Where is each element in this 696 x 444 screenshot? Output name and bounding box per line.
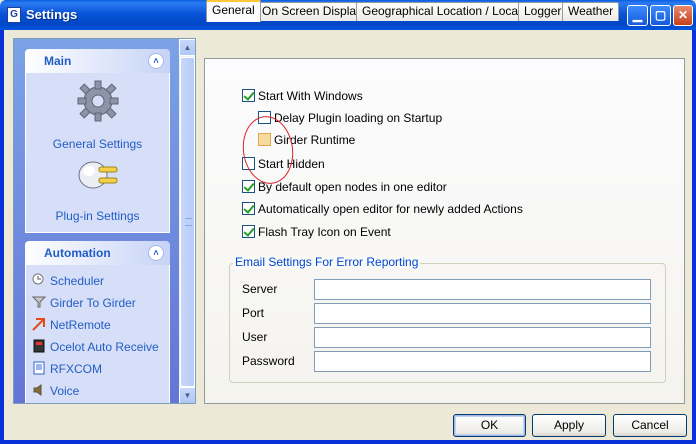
flash-tray-icon-checkbox[interactable] xyxy=(242,225,255,238)
sidebar-item-label: Ocelot Auto Receive xyxy=(50,340,159,354)
sidebar-item-label: Voice xyxy=(50,384,80,398)
sidebar-item-plugin-settings[interactable]: Plug-in Settings xyxy=(26,157,169,229)
collapse-icon[interactable]: ˄ xyxy=(148,53,164,69)
girder-runtime-checkbox[interactable] xyxy=(258,133,271,146)
collapse-icon[interactable]: ˄ xyxy=(148,245,164,261)
server-label: Server xyxy=(242,282,278,296)
window-title: Settings xyxy=(26,7,78,22)
minimize-icon: ▁ xyxy=(632,8,643,22)
option-label: Girder Runtime xyxy=(274,133,356,147)
sidebar-item-voice[interactable]: Voice xyxy=(26,380,169,402)
sidebar-item-ocelot[interactable]: Ocelot Auto Receive xyxy=(26,336,169,358)
sidebar-item-label: Plug-in Settings xyxy=(55,209,140,223)
app-icon: G xyxy=(7,7,21,23)
sidebar-item-scheduler[interactable]: Scheduler xyxy=(26,270,169,292)
gear-icon xyxy=(77,80,118,122)
port-input[interactable] xyxy=(314,303,651,324)
netremote-icon xyxy=(32,318,45,331)
scroll-down-icon[interactable]: ▼ xyxy=(179,387,195,403)
sidebar-group-automation: Automation ˄ Scheduler Girder To Girder … xyxy=(25,241,170,403)
option-label: Automatically open editor for newly adde… xyxy=(258,202,523,216)
tab-geographical-location[interactable]: Geographical Location / Locale xyxy=(356,2,534,21)
tab-general[interactable]: General xyxy=(206,0,261,22)
sidebar: Main ˄ General Settings Plug-in Settings… xyxy=(13,38,196,404)
rfxcom-icon xyxy=(33,361,45,375)
ocelot-icon xyxy=(33,339,45,353)
option-label: Start Hidden xyxy=(258,157,325,171)
password-label: Password xyxy=(242,354,295,368)
option-label: Start With Windows xyxy=(258,89,363,103)
sidebar-item-netremote[interactable]: NetRemote xyxy=(26,314,169,336)
start-hidden-checkbox[interactable] xyxy=(242,157,255,170)
cancel-button[interactable]: Cancel xyxy=(613,414,687,437)
delay-plugin-loading-checkbox[interactable] xyxy=(258,111,271,124)
maximize-button[interactable]: ▢ xyxy=(650,5,671,26)
user-input[interactable] xyxy=(314,327,651,348)
server-input[interactable] xyxy=(314,279,651,300)
start-with-windows-checkbox[interactable] xyxy=(242,89,255,102)
user-label: User xyxy=(242,330,268,344)
password-input[interactable] xyxy=(314,351,651,372)
girder-to-girder-icon xyxy=(32,296,46,308)
email-settings-legend: Email Settings For Error Reporting xyxy=(233,255,421,269)
sidebar-item-rfxcom[interactable]: RFXCOM xyxy=(26,358,169,380)
scrollbar-thumb[interactable] xyxy=(180,57,195,387)
sidebar-group-header[interactable]: Automation ˄ xyxy=(25,241,170,265)
minimize-button[interactable]: ▁ xyxy=(627,5,648,26)
maximize-icon: ▢ xyxy=(654,8,667,22)
sidebar-group-main: Main ˄ General Settings Plug-in Settings xyxy=(25,49,170,233)
auto-open-editor-checkbox[interactable] xyxy=(242,202,255,215)
sidebar-group-header[interactable]: Main ˄ xyxy=(25,49,170,73)
tab-on-screen-display[interactable]: On Screen Display xyxy=(256,2,369,21)
sidebar-item-label: Scheduler xyxy=(50,274,105,288)
sidebar-item-label: RFXCOM xyxy=(50,362,102,376)
sidebar-item-general-settings[interactable]: General Settings xyxy=(26,73,169,157)
sidebar-panel: Main ˄ General Settings Plug-in Settings… xyxy=(14,39,179,403)
sidebar-item-label: Girder To Girder xyxy=(50,296,136,310)
tab-weather[interactable]: Weather xyxy=(562,2,620,21)
close-button[interactable]: ✕ xyxy=(673,5,693,26)
port-label: Port xyxy=(242,306,265,320)
option-label: Flash Tray Icon on Event xyxy=(258,225,391,239)
voice-icon xyxy=(33,384,42,396)
close-icon: ✕ xyxy=(677,8,689,22)
option-label: By default open nodes in one editor xyxy=(258,180,447,194)
sidebar-group-title: Automation xyxy=(44,246,111,260)
open-nodes-one-editor-checkbox[interactable] xyxy=(242,180,255,193)
tab-logger[interactable]: Logger xyxy=(518,2,568,21)
sidebar-item-label: NetRemote xyxy=(50,318,111,332)
option-label: Delay Plugin loading on Startup xyxy=(274,111,443,125)
apply-button[interactable]: Apply xyxy=(532,414,606,437)
scroll-up-icon[interactable]: ▲ xyxy=(179,39,195,56)
sidebar-scrollbar[interactable]: ▲ ▼ xyxy=(179,39,195,403)
sidebar-item-girder-to-girder[interactable]: Girder To Girder xyxy=(26,292,169,314)
ok-button[interactable]: OK xyxy=(453,414,526,437)
sidebar-item-label: General Settings xyxy=(52,137,143,151)
scheduler-icon xyxy=(32,273,44,285)
plug-icon xyxy=(78,161,117,189)
sidebar-group-title: Main xyxy=(44,54,72,68)
